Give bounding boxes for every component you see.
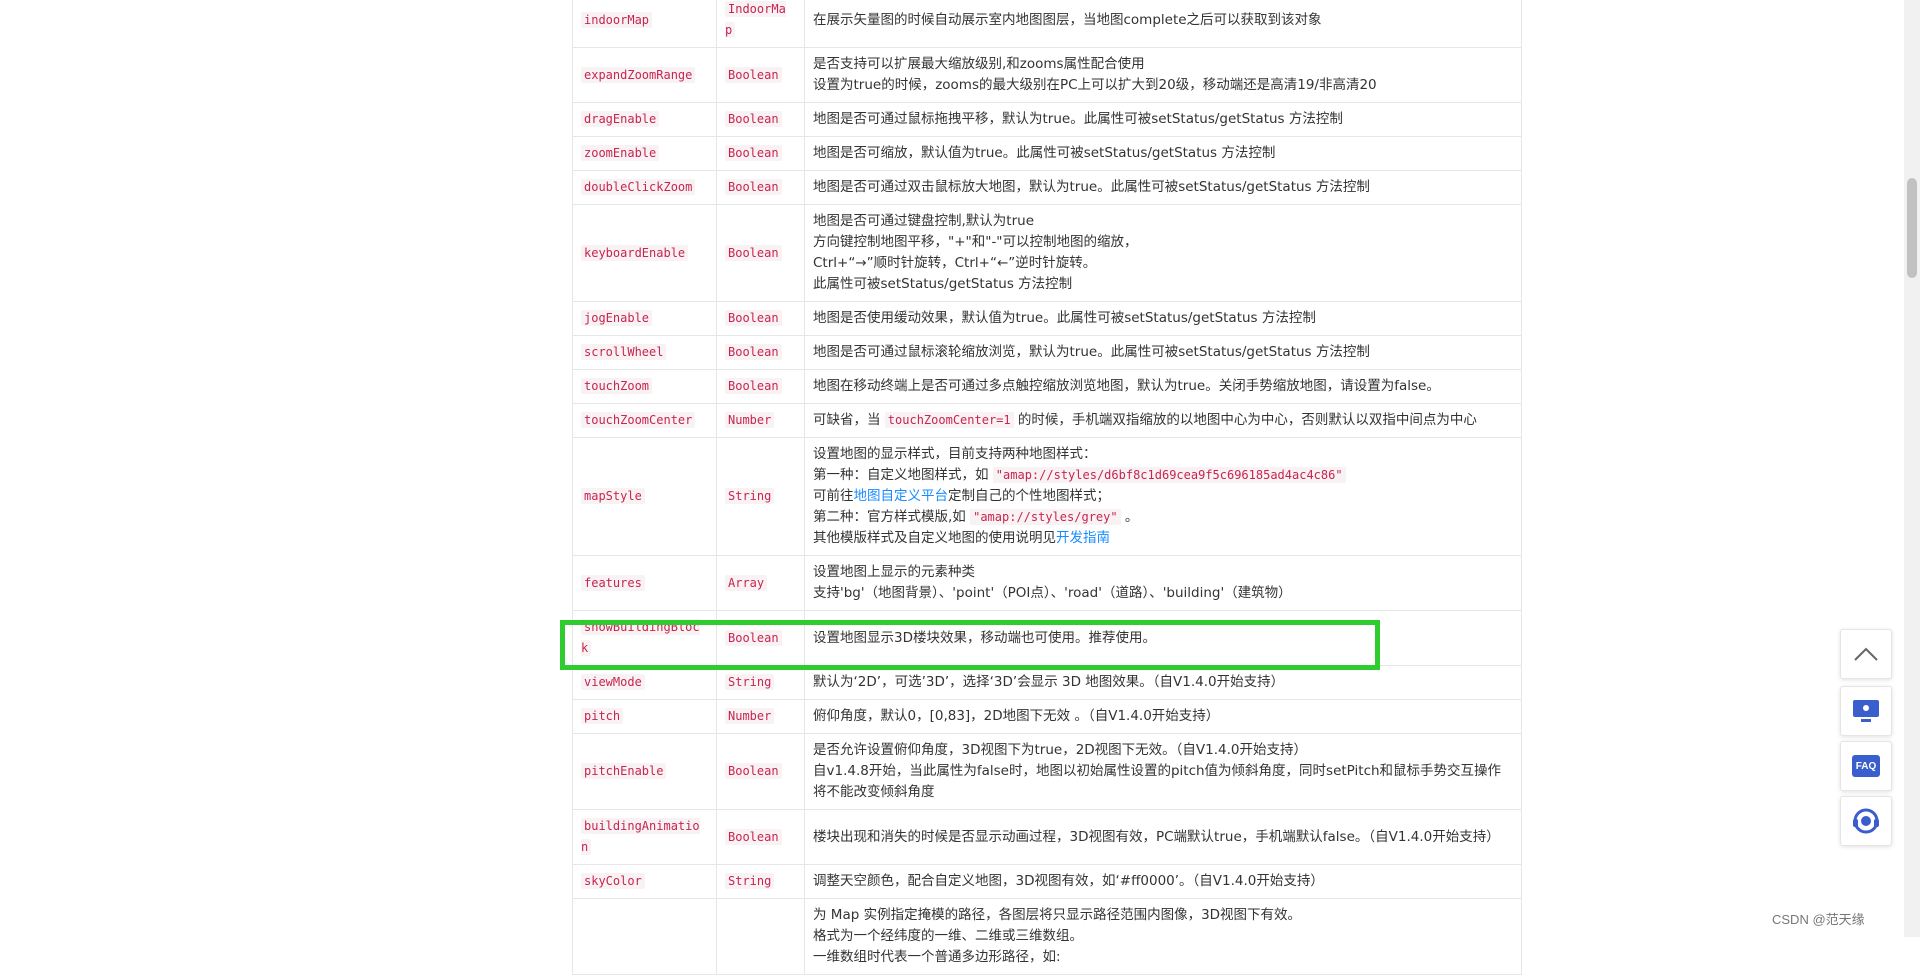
back-to-top-button[interactable] xyxy=(1840,629,1892,679)
table-row: features Array 设置地图上显示的元素种类 支持'bg'（地图背景）、'p… xyxy=(572,555,1522,611)
chevron-up-icon xyxy=(1854,647,1878,661)
param-name: touchZoomCenter xyxy=(581,412,696,428)
param-name: viewMode xyxy=(581,674,645,690)
param-type: Boolean xyxy=(725,179,782,195)
dev-guide-link[interactable]: 开发指南 xyxy=(1056,530,1110,546)
table-row: keyboardEnable Boolean 地图是否可通过键盘控制,默认为true… xyxy=(572,204,1522,302)
param-type: Boolean xyxy=(725,310,782,326)
param-desc: 在展示矢量图的时候自动展示室内地图图层，当地图complete之后可以获取到该对… xyxy=(804,0,1522,48)
param-name: dragEnable xyxy=(581,111,660,127)
table-row: doubleClickZoom Boolean 地图是否可通过双击鼠标放大地图，默认… xyxy=(572,170,1522,205)
faq-button[interactable]: FAQ xyxy=(1840,741,1892,791)
inline-code: touchZoomCenter=1 xyxy=(884,412,1014,428)
param-name: mapStyle xyxy=(581,488,645,504)
table-row: indoorMap IndoorMap 在展示矢量图的时候自动展示室内地图图层，当地… xyxy=(572,0,1522,48)
scrollbar-track[interactable] xyxy=(1904,0,1920,937)
grey-style-code: "amap://styles/grey" xyxy=(970,509,1121,525)
param-type: Boolean xyxy=(725,763,782,779)
table-row: scrollWheel Boolean 地图是否可通过鼠标滚轮缩放浏览，默认为tru… xyxy=(572,335,1522,370)
param-type: Number xyxy=(725,708,775,724)
param-desc: 设置地图显示3D楼块效果，移动端也可使用。推荐使用。 xyxy=(804,610,1522,666)
api-param-table-container: indoorMap IndoorMap 在展示矢量图的时候自动展示室内地图图层，当地… xyxy=(572,0,1522,975)
param-name: touchZoom xyxy=(581,378,653,394)
param-name: expandZoomRange xyxy=(581,66,696,83)
param-type: Boolean xyxy=(725,629,782,646)
table-row: viewMode String 默认为‘2D’，可选’3D’，选择‘3D’会显示 3… xyxy=(572,665,1522,700)
param-type: Boolean xyxy=(725,111,782,127)
api-param-table: indoorMap IndoorMap 在展示矢量图的时候自动展示室内地图图层，当地… xyxy=(572,0,1522,975)
table-row: pitch Number 俯仰角度，默认0，[0,83]，2D地图下无效 。（自V1… xyxy=(572,699,1522,734)
param-type: String xyxy=(725,873,775,889)
param-type: Boolean xyxy=(725,244,782,261)
watermark: CSDN @范天缘 xyxy=(1772,912,1865,927)
param-desc: 地图是否可通过双击鼠标放大地图，默认为true。此属性可被setStatus/g… xyxy=(804,170,1522,205)
param-type: Boolean xyxy=(725,378,782,394)
table-row: zoomEnable Boolean 地图是否可缩放，默认值为true。此属性可被s… xyxy=(572,136,1522,171)
param-desc: 调整天空颜色，配合自定义地图，3D视图有效，如‘#ff0000’。（自V1.4.… xyxy=(804,864,1522,899)
param-name: indoorMap xyxy=(581,11,653,28)
customer-service-button[interactable] xyxy=(1840,796,1892,846)
table-row: pitchEnable Boolean 是否允许设置俯仰角度，3D视图下为true，… xyxy=(572,733,1522,810)
faq-icon: FAQ xyxy=(1852,755,1880,777)
table-row-touchZoomCenter: touchZoomCenter Number 可缺省，当 touchZoomCe… xyxy=(572,403,1522,438)
param-desc: 俯仰角度，默认0，[0,83]，2D地图下无效 。（自V1.4.0开始支持） xyxy=(804,699,1522,734)
param-type: Boolean xyxy=(725,66,782,83)
param-type: Boolean xyxy=(725,145,782,161)
table-row: expandZoomRange Boolean 是否支持可以扩展最大缩放级别,和zo… xyxy=(572,47,1522,103)
param-name: skyColor xyxy=(581,873,645,889)
table-row: showBuildingBlock Boolean 设置地图显示3D楼块效果，移动端… xyxy=(572,610,1522,666)
param-name: pitch xyxy=(581,708,624,724)
param-desc: 设置地图的显示样式，目前支持两种地图样式： 第一种：自定义地图样式，如 "ama… xyxy=(804,437,1522,556)
headset-icon xyxy=(1853,808,1879,834)
param-desc: 地图是否可通过鼠标滚轮缩放浏览，默认为true。此属性可被setStatus/g… xyxy=(804,335,1522,370)
param-name: buildingAnimation xyxy=(581,818,700,855)
param-desc: 地图是否可通过键盘控制,默认为true 方向键控制地图平移，"+"和"-"可以控制… xyxy=(804,204,1522,302)
param-name: zoomEnable xyxy=(581,145,660,161)
table-row-mapStyle: mapStyle String 设置地图的显示样式，目前支持两种地图样式： 第一… xyxy=(572,437,1522,556)
param-desc: 可缺省，当 touchZoomCenter=1 的时候，手机端双指缩放的以地图中… xyxy=(804,403,1522,438)
monitor-icon xyxy=(1853,700,1879,722)
param-name: jogEnable xyxy=(581,310,653,326)
param-name: showBuildingBlock xyxy=(581,619,700,656)
param-type: Array xyxy=(725,574,768,591)
param-desc: 楼块出现和消失的时候是否显示动画过程，3D视图有效，PC端默认true，手机端默… xyxy=(804,809,1522,865)
param-type: String xyxy=(725,674,775,690)
param-type: String xyxy=(725,488,775,504)
param-type: Number xyxy=(725,412,775,428)
param-name: pitchEnable xyxy=(581,763,667,779)
table-row: jogEnable Boolean 地图是否使用缓动效果，默认值为true。此属性可… xyxy=(572,301,1522,336)
scrollbar-thumb[interactable] xyxy=(1907,178,1917,278)
param-type: Boolean xyxy=(725,828,782,845)
param-name: keyboardEnable xyxy=(581,244,689,261)
table-row: touchZoom Boolean 地图在移动终端上是否可通过多点触控缩放浏览地图，… xyxy=(572,369,1522,404)
param-desc: 地图是否可缩放，默认值为true。此属性可被setStatus/getStatu… xyxy=(804,136,1522,171)
table-row: buildingAnimation Boolean 楼块出现和消失的时候是否显示动画… xyxy=(572,809,1522,865)
param-desc: 地图是否使用缓动效果，默认值为true。此属性可被setStatus/getSt… xyxy=(804,301,1522,336)
tool-button-monitor[interactable] xyxy=(1840,686,1892,736)
param-desc: 是否支持可以扩展最大缩放级别,和zooms属性配合使用 设置为true的时候，zo… xyxy=(804,47,1522,103)
param-type: IndoorMap xyxy=(725,1,786,38)
param-desc: 设置地图上显示的元素种类 支持'bg'（地图背景）、'point'（POI点）、'… xyxy=(804,555,1522,611)
param-name: scrollWheel xyxy=(581,344,667,360)
map-custom-platform-link[interactable]: 地图自定义平台 xyxy=(854,488,949,504)
param-type: Boolean xyxy=(725,344,782,360)
style-id-code: "amap://styles/d6bf8c1d69cea9f5c696185ad… xyxy=(992,467,1346,483)
table-row: dragEnable Boolean 地图是否可通过鼠标拖拽平移，默认为true。此… xyxy=(572,102,1522,137)
param-name: doubleClickZoom xyxy=(581,179,696,195)
param-desc: 地图是否可通过鼠标拖拽平移，默认为true。此属性可被setStatus/get… xyxy=(804,102,1522,137)
param-name: features xyxy=(581,574,645,591)
param-desc: 地图在移动终端上是否可通过多点触控缩放浏览地图，默认为true。关闭手势缩放地图… xyxy=(804,369,1522,404)
param-desc: 是否允许设置俯仰角度，3D视图下为true，2D视图下无效。（自V1.4.0开始… xyxy=(804,733,1522,810)
table-row: skyColor String 调整天空颜色，配合自定义地图，3D视图有效，如‘#f… xyxy=(572,864,1522,899)
param-desc: 默认为‘2D’，可选’3D’，选择‘3D’会显示 3D 地图效果。（自V1.4.… xyxy=(804,665,1522,700)
